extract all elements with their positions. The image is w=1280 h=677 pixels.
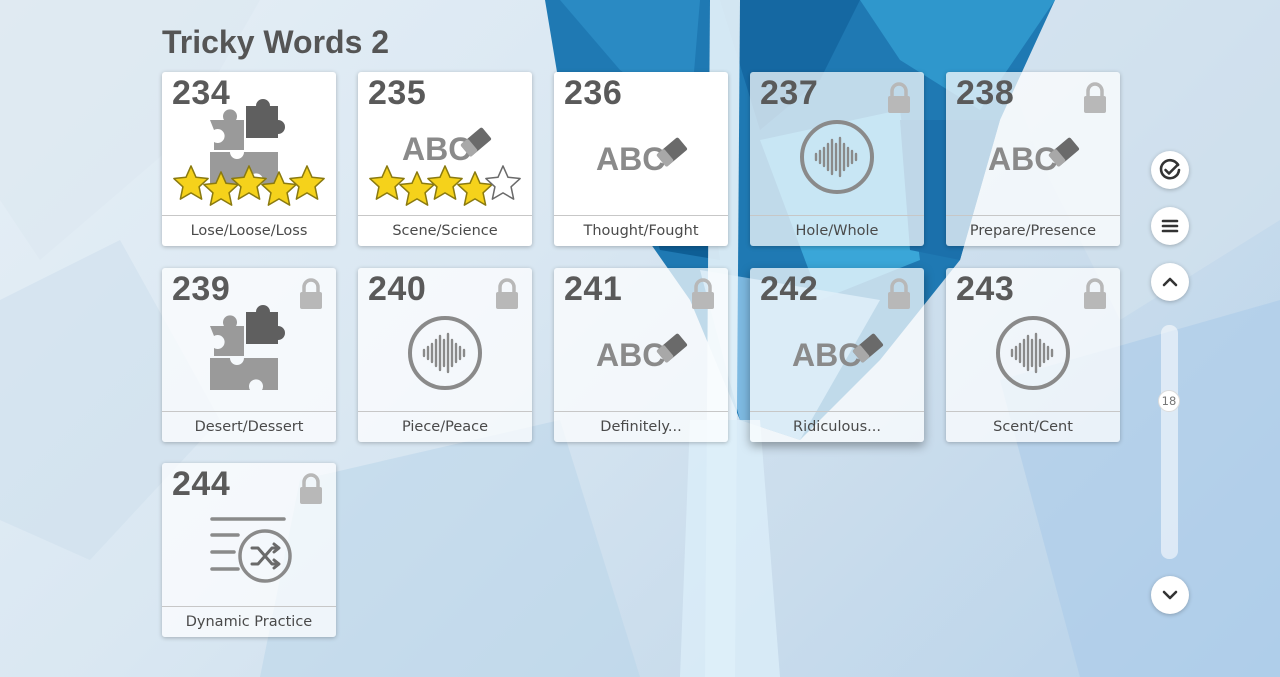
lesson-label: Thought/Fought (554, 215, 728, 246)
lesson-tile-244[interactable]: 244 Dynamic Practice (162, 463, 336, 637)
menu-button[interactable] (1151, 207, 1189, 245)
scroll-down-button[interactable] (1151, 576, 1189, 614)
lesson-label: Scene/Science (358, 215, 532, 246)
abc-eraser-icon: ABC (596, 333, 688, 373)
lesson-tile-238[interactable]: 238 ABC Prepare/Presence (946, 72, 1120, 246)
lesson-tile-239[interactable]: 239 Desert/Dessert (162, 268, 336, 442)
lesson-tile-241[interactable]: 241 ABC Definitely... (554, 268, 728, 442)
lesson-label: Scent/Cent (946, 411, 1120, 442)
shuffle-list-icon (210, 517, 292, 583)
abc-eraser-icon: ABC (792, 333, 884, 373)
chevron-down-icon (1162, 590, 1178, 600)
lesson-tile-235[interactable]: 235 ABC Scene/Science (358, 72, 532, 246)
star-rating (369, 165, 521, 206)
abc-eraser-icon: ABC (988, 137, 1080, 177)
lesson-label: Definitely... (554, 411, 728, 442)
lesson-label: Dynamic Practice (162, 606, 336, 637)
lesson-tile-243[interactable]: 243 Scent/Cent (946, 268, 1120, 442)
check-circle-icon (1159, 158, 1181, 180)
lesson-tile-240[interactable]: 240 Piece/Peace (358, 268, 532, 442)
svg-text:ABC: ABC (792, 337, 861, 373)
lesson-label: Lose/Loose/Loss (162, 215, 336, 246)
svg-text:ABC: ABC (596, 141, 665, 177)
lesson-label: Prepare/Presence (946, 215, 1120, 246)
scroll-up-button[interactable] (1151, 263, 1189, 301)
audio-wave-icon (996, 316, 1070, 390)
lesson-label: Desert/Dessert (162, 411, 336, 442)
audio-wave-icon (800, 120, 874, 194)
lesson-tile-234[interactable]: 234 Lose/Loose/Loss (162, 72, 336, 246)
lesson-label: Hole/Whole (750, 215, 924, 246)
lesson-label: Ridiculous... (750, 411, 924, 442)
check-progress-button[interactable] (1151, 151, 1189, 189)
puzzle-icon (210, 305, 285, 390)
lesson-tile-237[interactable]: 237 Hole/Whole (750, 72, 924, 246)
star-rating (173, 165, 325, 206)
svg-text:ABC: ABC (988, 141, 1057, 177)
chevron-up-icon (1162, 277, 1178, 287)
lesson-label: Piece/Peace (358, 411, 532, 442)
abc-eraser-icon: ABC (596, 137, 688, 177)
lesson-tile-236[interactable]: 236 ABC Thought/Fought (554, 72, 728, 246)
menu-icon (1161, 219, 1179, 233)
scroll-thumb[interactable]: 18 (1158, 390, 1180, 412)
audio-wave-icon (408, 316, 482, 390)
lesson-tile-242[interactable]: 242 ABC Ridiculous... (750, 268, 924, 442)
page-title: Tricky Words 2 (162, 24, 390, 60)
svg-text:ABC: ABC (596, 337, 665, 373)
level-scrollbar[interactable]: 18 (1158, 325, 1180, 559)
